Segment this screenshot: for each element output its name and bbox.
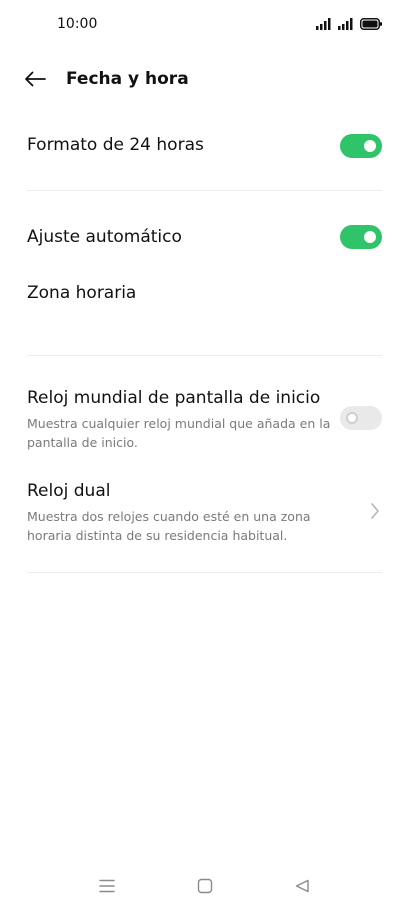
divider [27,572,382,573]
arrow-left-icon [25,71,46,87]
back-button[interactable] [22,66,48,92]
status-time: 10:00 [57,16,98,32]
toggle-knob [346,412,358,424]
navigation-bar [0,860,409,910]
chevron-right-icon [371,503,379,519]
toggle-knob [364,140,376,152]
home-icon [197,878,213,894]
format-24h-label: Formato de 24 horas [27,135,204,155]
toggle-knob [364,231,376,243]
auto-adjust-row[interactable]: Ajuste automático [27,226,382,252]
time-zone-label: Zona horaria [27,283,137,303]
back-triangle-icon [295,879,309,893]
dual-clock-row[interactable]: Reloj dual Muestra dos relojes cuando es… [27,480,382,545]
menu-button[interactable] [97,876,117,896]
format-24h-row[interactable]: Formato de 24 horas [27,134,382,160]
divider [27,190,382,191]
dual-clock-description: Muestra dos relojes cuando esté en una z… [27,509,311,543]
page-title: Fecha y hora [66,69,189,89]
auto-adjust-toggle[interactable] [340,225,382,249]
home-button[interactable] [195,876,215,896]
signal-icon [338,18,353,30]
world-clock-row[interactable]: Reloj mundial de pantalla de inicio Mues… [27,387,382,452]
status-bar: 10:00 [0,0,409,50]
back-nav-button[interactable] [292,876,312,896]
auto-adjust-label: Ajuste automático [27,227,182,247]
world-clock-description: Muestra cualquier reloj mundial que añad… [27,416,331,450]
time-zone-row[interactable]: Zona horaria [27,282,382,308]
signal-icon [316,18,331,30]
dual-clock-label: Reloj dual [27,481,111,501]
world-clock-label: Reloj mundial de pantalla de inicio [27,388,321,408]
divider [27,355,382,356]
header: Fecha y hora [0,60,409,102]
status-icons [316,18,382,30]
world-clock-toggle[interactable] [340,406,382,430]
menu-icon [99,879,115,893]
battery-icon [360,18,382,30]
format-24h-toggle[interactable] [340,134,382,158]
